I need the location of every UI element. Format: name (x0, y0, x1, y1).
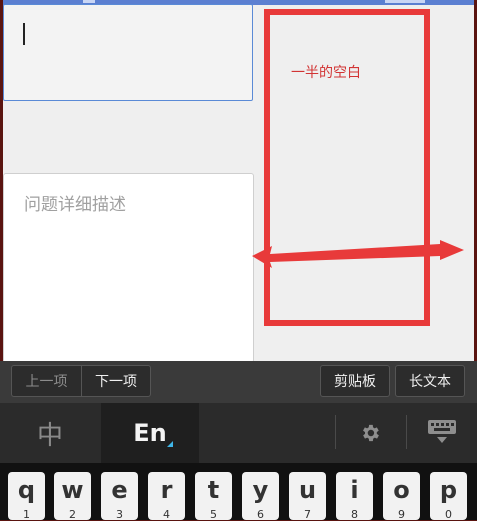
key-e[interactable]: e3 (101, 472, 138, 521)
key-char: y (252, 476, 269, 504)
key-num: 6 (257, 508, 264, 521)
gear-icon[interactable] (350, 419, 390, 447)
key-char: q (17, 476, 36, 504)
key-char: i (350, 476, 359, 504)
key-t[interactable]: t5 (195, 472, 232, 521)
key-num: 2 (69, 508, 76, 521)
key-w[interactable]: w2 (54, 472, 91, 521)
key-char: w (61, 476, 84, 504)
annotation-highlight-box (264, 9, 430, 326)
divider (335, 415, 336, 449)
key-num: 4 (163, 508, 170, 521)
top-indicator-right (385, 0, 425, 3)
prev-field-button[interactable]: 上一项 (11, 365, 81, 397)
key-num: 0 (445, 508, 452, 521)
key-char: r (160, 476, 173, 504)
long-text-button[interactable]: 长文本 (395, 365, 465, 397)
key-char: t (207, 476, 220, 504)
top-indicator (83, 0, 95, 3)
clipboard-button[interactable]: 剪贴板 (320, 365, 390, 397)
key-r[interactable]: r4 (148, 472, 185, 521)
key-char: e (111, 476, 128, 504)
key-num: 8 (351, 508, 358, 521)
next-field-button[interactable]: 下一项 (81, 365, 151, 397)
key-num: 1 (23, 508, 30, 521)
key-char: p (439, 476, 458, 504)
keyboard-row-top: q1 w2 e3 r4 t5 y6 u7 i8 o9 p0 (0, 463, 477, 521)
key-num: 3 (116, 508, 123, 521)
key-i[interactable]: i8 (336, 472, 373, 521)
description-input[interactable]: 问题详细描述 (3, 173, 254, 363)
key-o[interactable]: o9 (383, 472, 420, 521)
key-char: o (393, 476, 410, 504)
key-num: 9 (398, 508, 405, 521)
text-caret (23, 23, 25, 45)
title-input[interactable] (3, 4, 253, 101)
keyboard-hide-icon[interactable] (420, 417, 464, 447)
key-num: 5 (210, 508, 217, 521)
key-u[interactable]: u7 (289, 472, 326, 521)
description-placeholder: 问题详细描述 (24, 195, 126, 215)
ime-mode-bar: 中 En (0, 403, 477, 463)
divider (406, 415, 407, 449)
ime-toolbar: 上一项 下一项 剪贴板 长文本 (0, 361, 477, 403)
key-char: u (298, 476, 317, 504)
english-mode-button[interactable]: En (101, 403, 199, 463)
key-num: 7 (304, 508, 311, 521)
key-q[interactable]: q1 (8, 472, 45, 521)
chinese-mode-button[interactable]: 中 (0, 403, 100, 463)
mode-indicator-triangle (167, 441, 173, 447)
key-y[interactable]: y6 (242, 472, 279, 521)
annotation-note: 一半的空白 (291, 65, 361, 81)
key-p[interactable]: p0 (430, 472, 467, 521)
